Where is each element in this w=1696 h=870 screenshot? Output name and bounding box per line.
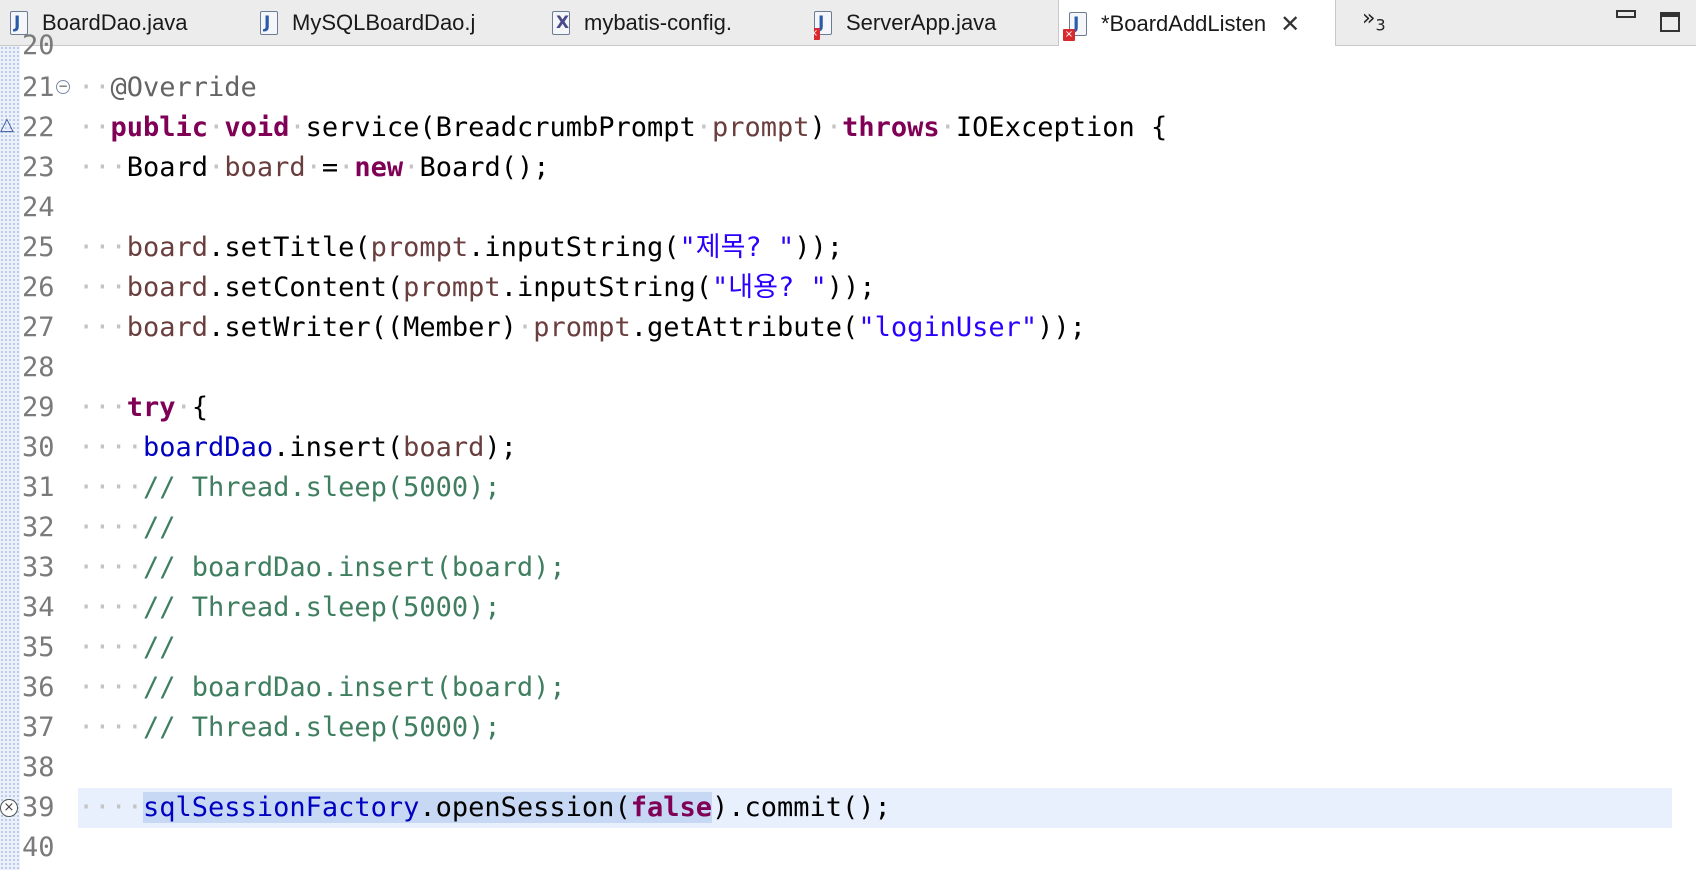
code-line: 26 ···board.setContent(prompt.inputStrin… xyxy=(0,268,1696,308)
line-number: 27 xyxy=(22,312,55,343)
code-line: 38 xyxy=(0,748,1696,788)
code-line: 28 xyxy=(0,348,1696,388)
line-number: 38 xyxy=(22,752,55,783)
line-number: 23 xyxy=(22,152,55,183)
code-line: 29 ···try·{ xyxy=(0,388,1696,428)
code-line: 31 ····// Thread.sleep(5000); xyxy=(0,468,1696,508)
line-number: 28 xyxy=(22,352,55,383)
line-number: 36 xyxy=(22,672,55,703)
line-number: 24 xyxy=(22,192,55,223)
line-number: 40 xyxy=(22,832,55,863)
line-number: 30 xyxy=(22,432,55,463)
line-number: 21 xyxy=(22,72,55,103)
selected-text: sqlSessionFactory.openSession(false xyxy=(143,792,712,823)
code-line: 32 ····// xyxy=(0,508,1696,548)
code-line: △ 22 ··public·void·service(BreadcrumbPro… xyxy=(0,108,1696,148)
line-number: 20 xyxy=(22,30,55,61)
code-editor[interactable]: 20 21 − ··@Override △ 22 ··public·void·s… xyxy=(0,30,1696,870)
code-line: 36 ····// boardDao.insert(board); xyxy=(0,668,1696,708)
error-icon[interactable]: × xyxy=(0,799,18,817)
code-line: 37 ····// Thread.sleep(5000); xyxy=(0,708,1696,748)
line-number: 35 xyxy=(22,632,55,663)
line-number: 37 xyxy=(22,712,55,743)
code-line: 23 ···Board·board·=·new·Board(); xyxy=(0,148,1696,188)
override-indicator-icon[interactable]: △ xyxy=(0,114,14,135)
code-line: 30 ····boardDao.insert(board); xyxy=(0,428,1696,468)
line-number: 31 xyxy=(22,472,55,503)
line-number: 39 xyxy=(22,792,55,823)
code-line: 33 ····// boardDao.insert(board); xyxy=(0,548,1696,588)
minimize-icon[interactable] xyxy=(1616,10,1636,18)
current-code-line: × 39 ····sqlSessionFactory.openSession(f… xyxy=(0,788,1696,828)
code-line: 40 xyxy=(0,828,1696,868)
fold-collapse-icon[interactable]: − xyxy=(56,80,70,94)
line-number: 34 xyxy=(22,592,55,623)
line-number: 29 xyxy=(22,392,55,423)
code-line: 21 − ··@Override xyxy=(0,68,1696,108)
line-number: 26 xyxy=(22,272,55,303)
annotation: @Override xyxy=(110,72,257,103)
code-line: 20 xyxy=(0,26,1696,66)
line-number: 32 xyxy=(22,512,55,543)
line-number: 33 xyxy=(22,552,55,583)
code-line: 35 ····// xyxy=(0,628,1696,668)
code-line: 25 ···board.setTitle(prompt.inputString(… xyxy=(0,228,1696,268)
line-number: 25 xyxy=(22,232,55,263)
code-line: 27 ···board.setWriter((Member)·prompt.ge… xyxy=(0,308,1696,348)
line-number: 22 xyxy=(22,112,55,143)
code-line: 34 ····// Thread.sleep(5000); xyxy=(0,588,1696,628)
code-line: 24 xyxy=(0,188,1696,228)
